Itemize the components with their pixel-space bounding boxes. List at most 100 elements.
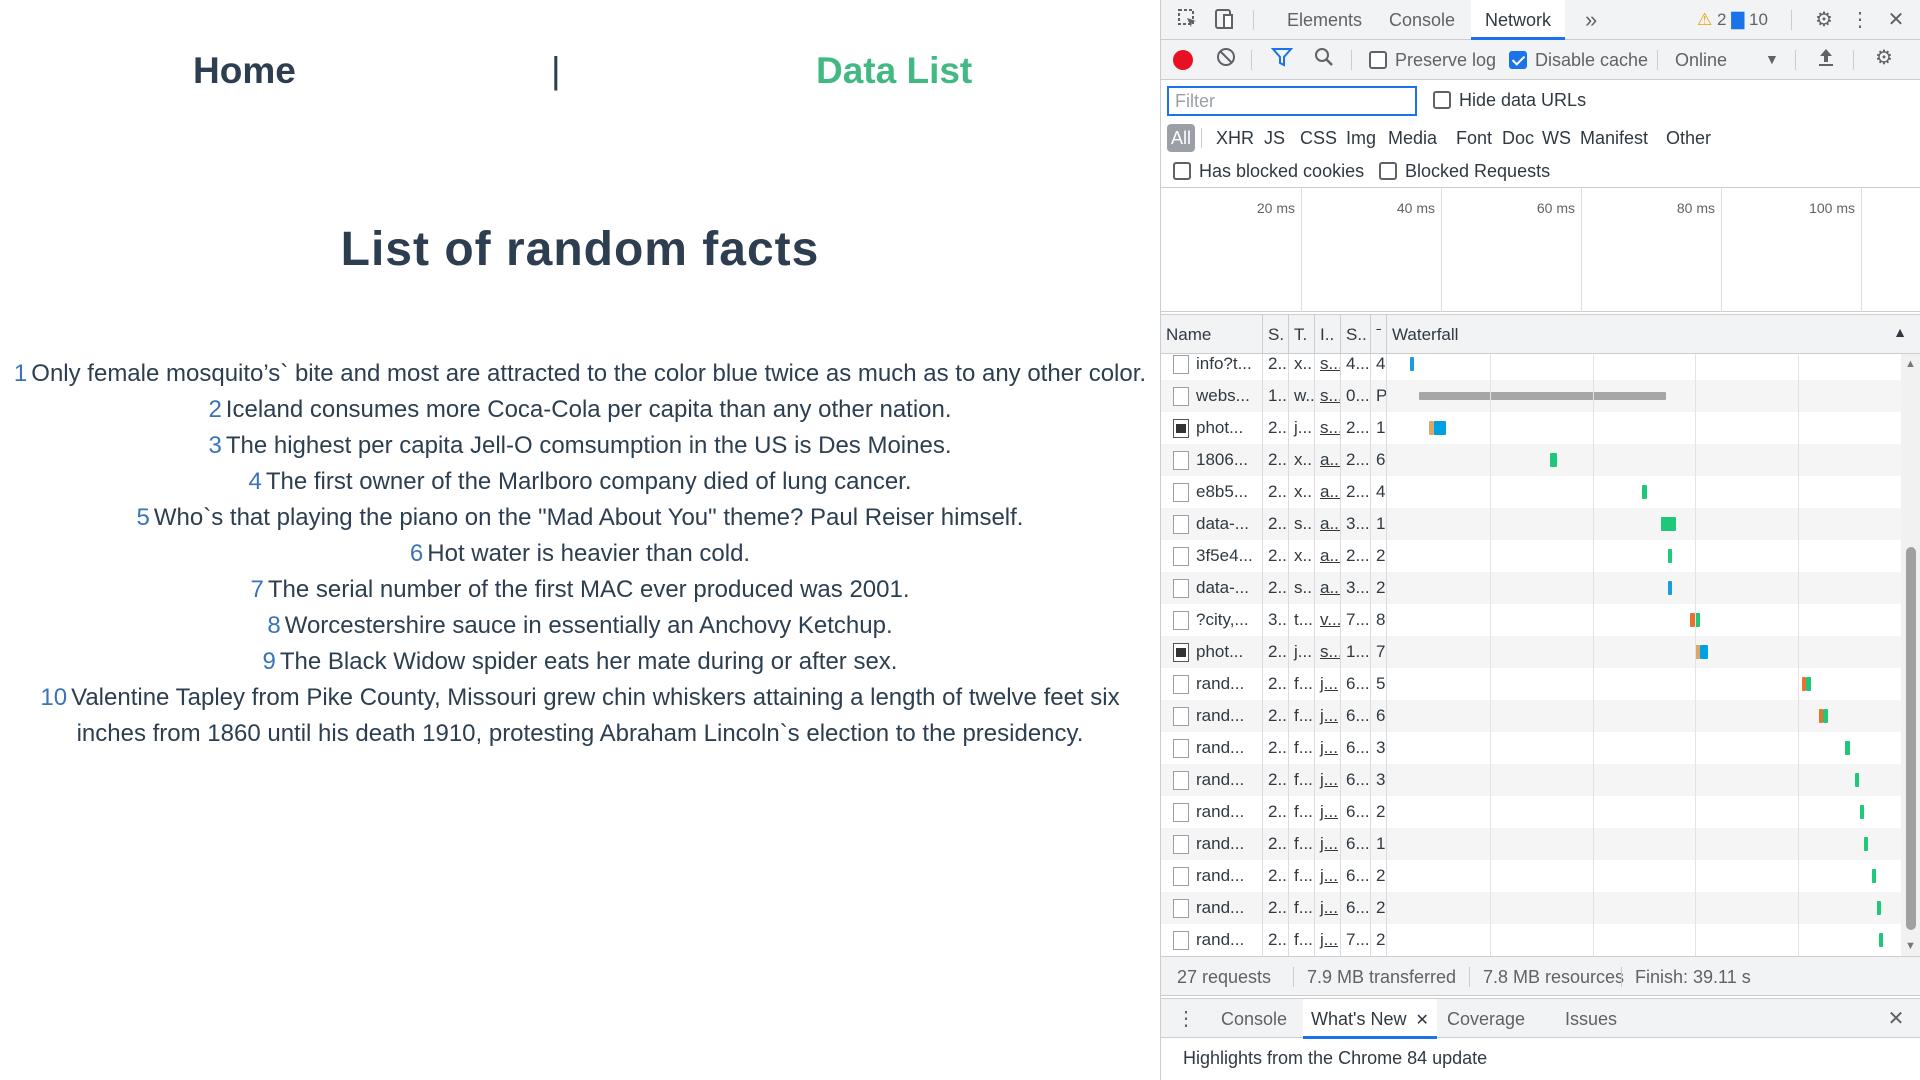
- col-name-cell[interactable]: phot...: [1191, 412, 1263, 444]
- col-name-cell[interactable]: data-...: [1191, 572, 1263, 604]
- inspect-element-icon[interactable]: [1175, 8, 1201, 32]
- type-filter-all[interactable]: All: [1167, 124, 1196, 152]
- col-name-cell[interactable]: rand...: [1191, 796, 1263, 828]
- col-name-cell[interactable]: ?city,...: [1191, 604, 1263, 636]
- table-row[interactable]: rand...2...f...j...6...2: [1161, 860, 1901, 892]
- col-name-cell[interactable]: rand...: [1191, 860, 1263, 892]
- drawer-tab-console[interactable]: Console: [1217, 999, 1291, 1039]
- search-icon[interactable]: [1311, 46, 1337, 70]
- drawer-menu-icon[interactable]: ⋮: [1173, 1007, 1199, 1031]
- filter-input[interactable]: [1167, 86, 1417, 116]
- scroll-down-icon[interactable]: ▼: [1905, 940, 1916, 952]
- col-name-cell[interactable]: rand...: [1191, 700, 1263, 732]
- chevron-down-icon[interactable]: ▼: [1765, 49, 1779, 69]
- table-row[interactable]: rand...2...f...j...7...2: [1161, 924, 1901, 956]
- type-filter-other[interactable]: Other: [1663, 124, 1714, 152]
- scroll-thumb[interactable]: [1906, 547, 1916, 930]
- col-name-cell[interactable]: rand...: [1191, 892, 1263, 924]
- scroll-up-icon[interactable]: ▲: [1905, 358, 1916, 370]
- more-tabs-icon[interactable]: »: [1585, 0, 1597, 40]
- table-row[interactable]: rand...2...f...j...6...1: [1161, 828, 1901, 860]
- table-row[interactable]: e8b5...2...x..a...2...4: [1161, 476, 1901, 508]
- table-row[interactable]: info?t...2...x..s...4...4: [1161, 354, 1901, 380]
- table-row[interactable]: data-...2...s..a...3...1: [1161, 508, 1901, 540]
- tab-console[interactable]: Console: [1383, 0, 1461, 40]
- table-row[interactable]: rand...2...f...j...6...2: [1161, 892, 1901, 924]
- col-name-cell[interactable]: info?t...: [1191, 354, 1263, 380]
- col-name-cell[interactable]: rand...: [1191, 732, 1263, 764]
- table-row[interactable]: ?city,...3...t...v...7...8: [1161, 604, 1901, 636]
- type-filter-xhr[interactable]: XHR: [1213, 124, 1257, 152]
- col-name-cell[interactable]: data-...: [1191, 508, 1263, 540]
- nav-home-link[interactable]: Home: [193, 50, 296, 92]
- col-size-header[interactable]: S..: [1341, 315, 1371, 355]
- document-file-icon: [1173, 899, 1189, 918]
- type-filter-js[interactable]: JS: [1261, 124, 1288, 152]
- table-row[interactable]: webs...1...w..s...0...P: [1161, 380, 1901, 412]
- hide-data-urls-checkbox[interactable]: [1433, 91, 1451, 109]
- record-icon[interactable]: [1173, 50, 1193, 70]
- document-file-icon: [1173, 611, 1189, 630]
- settings-gear-icon[interactable]: ⚙: [1811, 8, 1837, 32]
- disable-cache-checkbox[interactable]: [1509, 51, 1527, 69]
- col-name-cell[interactable]: rand...: [1191, 764, 1263, 796]
- request-table-scrollbar[interactable]: ▲ ▼: [1901, 354, 1920, 956]
- col-name-cell[interactable]: phot...: [1191, 636, 1263, 668]
- col-name-cell[interactable]: 1806...: [1191, 444, 1263, 476]
- type-filter-font[interactable]: Font: [1453, 124, 1495, 152]
- col-status-header[interactable]: S.: [1263, 315, 1289, 355]
- device-toolbar-icon[interactable]: [1211, 8, 1237, 32]
- table-row[interactable]: 3f5e4...2...x..a...2...2: [1161, 540, 1901, 572]
- blocked-requests-label: Blocked Requests: [1405, 161, 1551, 181]
- clear-icon[interactable]: [1213, 46, 1239, 70]
- col-name-cell[interactable]: webs...: [1191, 380, 1263, 412]
- type-filter-ws[interactable]: WS: [1539, 124, 1574, 152]
- import-har-icon[interactable]: [1813, 46, 1839, 70]
- sort-ascending-icon[interactable]: ▲: [1893, 324, 1907, 340]
- col-type-header[interactable]: T.: [1289, 315, 1315, 355]
- type-filter-media[interactable]: Media: [1385, 124, 1440, 152]
- table-row[interactable]: 1806...2...x..a...2...6: [1161, 444, 1901, 476]
- table-row[interactable]: phot...2...j...s...2...1: [1161, 412, 1901, 444]
- timeline-overview[interactable]: 20 ms 40 ms 60 ms 80 ms 100 ms: [1161, 188, 1920, 312]
- throttling-select[interactable]: Online: [1675, 50, 1727, 70]
- blocked-requests-checkbox[interactable]: [1379, 162, 1397, 180]
- issues-counter[interactable]: ⚠ 2 ▇ 10: [1697, 10, 1768, 30]
- network-settings-gear-icon[interactable]: ⚙: [1871, 46, 1897, 70]
- table-row[interactable]: rand...2...f...j...6...2: [1161, 796, 1901, 828]
- close-devtools-icon[interactable]: ✕: [1883, 8, 1909, 32]
- col-name-header[interactable]: Name: [1161, 315, 1263, 355]
- drawer-tab-issues[interactable]: Issues: [1561, 999, 1621, 1039]
- type-filter-doc[interactable]: Doc: [1499, 124, 1537, 152]
- close-drawer-icon[interactable]: ✕: [1883, 1007, 1909, 1031]
- table-row[interactable]: phot...2...j...s...1...7: [1161, 636, 1901, 668]
- drawer-tab-whats-new[interactable]: What's New ✕: [1303, 999, 1437, 1039]
- has-blocked-cookies-checkbox[interactable]: [1173, 162, 1191, 180]
- col-initiator-cell: j...: [1315, 796, 1341, 828]
- table-row[interactable]: rand...2...f...j...6...5: [1161, 668, 1901, 700]
- col-name-cell[interactable]: rand...: [1191, 668, 1263, 700]
- type-filter-manifest[interactable]: Manifest: [1577, 124, 1651, 152]
- preserve-log-checkbox[interactable]: [1369, 51, 1387, 69]
- table-row[interactable]: rand...2...f...j...6...3: [1161, 764, 1901, 796]
- tab-network[interactable]: Network: [1471, 0, 1566, 40]
- close-tab-icon[interactable]: ✕: [1415, 1012, 1428, 1029]
- kebab-menu-icon[interactable]: ⋮: [1847, 8, 1873, 32]
- table-row[interactable]: rand...2...f...j...6...6: [1161, 700, 1901, 732]
- table-row[interactable]: data-...2...s..a...3...2: [1161, 572, 1901, 604]
- devtools-tab-bar: Elements Console Network » ⚠ 2 ▇ 10 ⚙ ⋮ …: [1161, 0, 1920, 40]
- tab-elements[interactable]: Elements: [1281, 0, 1368, 40]
- col-name-cell[interactable]: rand...: [1191, 828, 1263, 860]
- nav-data-list-link[interactable]: Data List: [816, 50, 972, 92]
- col-name-cell[interactable]: 3f5e4...: [1191, 540, 1263, 572]
- col-waterfall-header[interactable]: Waterfall: [1387, 315, 1901, 355]
- col-initiator-header[interactable]: I..: [1315, 315, 1341, 355]
- type-filter-css[interactable]: CSS: [1297, 124, 1340, 152]
- filter-icon[interactable]: [1269, 46, 1295, 70]
- col-time-header[interactable]: ˉ: [1371, 315, 1387, 355]
- col-name-cell[interactable]: e8b5...: [1191, 476, 1263, 508]
- table-row[interactable]: rand...2...f...j...6...3: [1161, 732, 1901, 764]
- type-filter-img[interactable]: Img: [1343, 124, 1379, 152]
- drawer-tab-coverage[interactable]: Coverage: [1443, 999, 1529, 1039]
- col-name-cell[interactable]: rand...: [1191, 924, 1263, 956]
